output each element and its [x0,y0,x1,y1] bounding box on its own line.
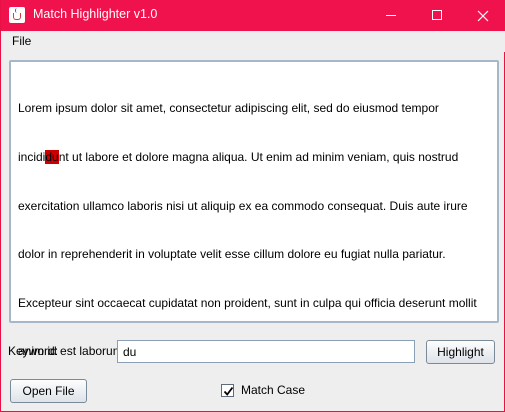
match-highlight: du [45,150,59,165]
text-line: incididunt ut labore et dolore magna ali… [18,149,492,165]
menu-file[interactable]: File [12,34,31,48]
text-line: dolor in reprehenderit in voluptate veli… [18,247,446,262]
minimize-icon [386,15,396,16]
open-file-button[interactable]: Open File [10,379,87,403]
window-title: Match Highlighter v1.0 [33,7,158,21]
match-case-checkbox[interactable] [221,384,234,397]
text-line: Excepteur sint occaecat cupidatat non pr… [18,295,477,310]
close-button[interactable] [460,0,505,31]
java-cup-icon [9,7,25,23]
minimize-button[interactable] [368,0,414,31]
maximize-icon [432,10,442,20]
match-case-label: Match Case [241,383,306,397]
close-icon [477,10,489,22]
text-segment: incidi [18,150,46,165]
app-window: Match Highlighter v1.0 File Lorem ipsum … [0,0,505,412]
text-line: exercitation ullamco laboris nisi ut ali… [18,198,468,213]
text-segment: nt ut labore et dolore magna aliqua. Ut … [58,150,459,165]
title-bar[interactable]: Match Highlighter v1.0 [1,0,505,31]
keyword-input[interactable] [117,340,415,363]
maximize-button[interactable] [414,0,460,31]
menu-bar: File [2,31,505,52]
text-area[interactable]: Lorem ipsum dolor sit amet, consectetur … [9,60,499,358]
checkmark-icon [223,386,234,396]
keyword-label: Keyword: [8,344,59,358]
highlight-button[interactable]: Highlight [426,340,495,364]
text-line: Lorem ipsum dolor sit amet, consectetur … [18,101,439,116]
